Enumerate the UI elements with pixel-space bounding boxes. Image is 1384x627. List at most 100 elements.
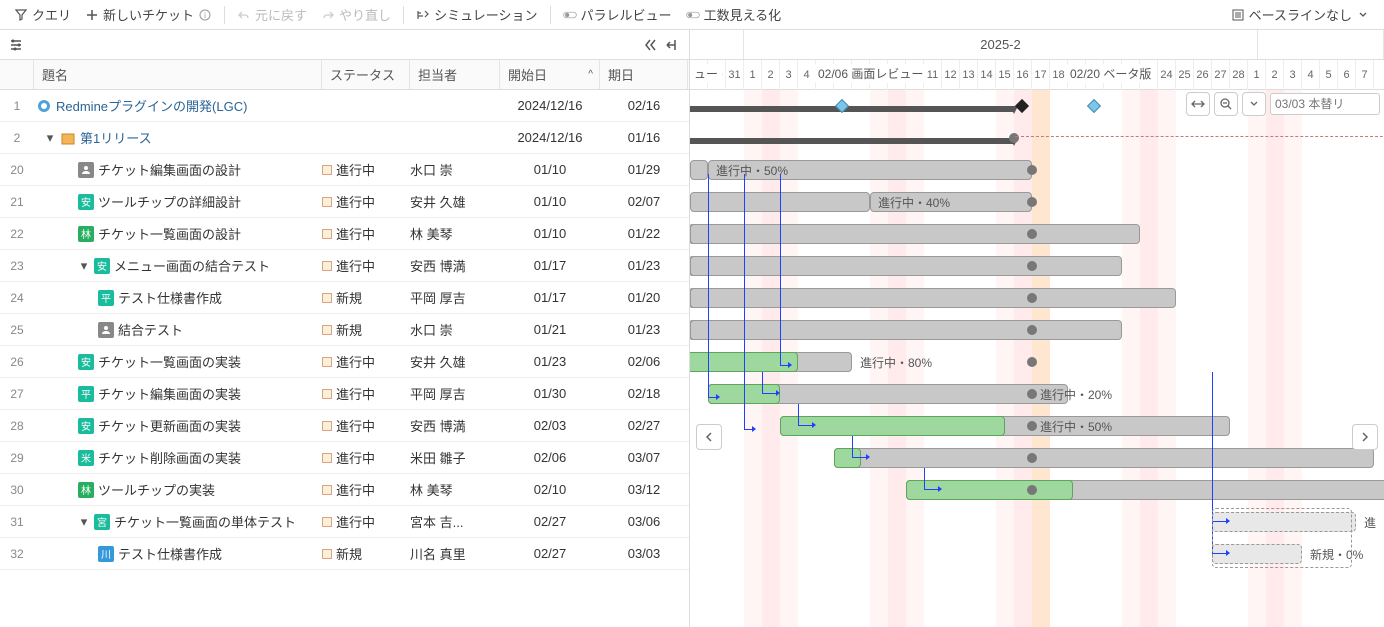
expand-toggle[interactable]: ▾ bbox=[78, 514, 90, 530]
status-color-icon bbox=[322, 389, 332, 399]
status-color-icon bbox=[322, 357, 332, 367]
expand-toggle[interactable]: ▾ bbox=[44, 130, 56, 146]
gantt-bar[interactable] bbox=[690, 160, 708, 180]
table-row[interactable]: 25 結合テスト新規水口 崇01/2101/23 bbox=[0, 314, 689, 346]
row-number: 29 bbox=[0, 451, 34, 465]
bar-label: 進 bbox=[1364, 514, 1376, 531]
status-color-icon bbox=[322, 485, 332, 495]
fit-width-button[interactable] bbox=[1186, 92, 1210, 116]
table-row[interactable]: 2▾ 第1リリース2024/12/1601/16 bbox=[0, 122, 689, 154]
scroll-right-button[interactable] bbox=[1352, 424, 1378, 450]
query-label: クエリ bbox=[32, 5, 71, 24]
subject-cell: ▾安 メニュー画面の結合テスト bbox=[34, 256, 322, 275]
status-color-icon bbox=[322, 197, 332, 207]
table-row[interactable]: 21安 ツールチップの詳細設計進行中安井 久雄01/1002/07 bbox=[0, 186, 689, 218]
scroll-left-button[interactable] bbox=[696, 424, 722, 450]
assignee-cell: 林 美琴 bbox=[410, 480, 500, 499]
row-number: 23 bbox=[0, 259, 34, 273]
due-date-cell: 01/16 bbox=[600, 130, 688, 145]
start-date-cell: 2024/12/16 bbox=[500, 130, 600, 145]
group-outline bbox=[1212, 508, 1352, 568]
table-row[interactable]: 28安 チケット更新画面の実装進行中安西 博満02/0302/27 bbox=[0, 410, 689, 442]
undo-label: 元に戻す bbox=[255, 5, 307, 24]
summary-bar[interactable] bbox=[690, 106, 1014, 112]
toolbar-separator bbox=[403, 6, 404, 24]
row-number: 28 bbox=[0, 419, 34, 433]
header-due[interactable]: 期日 bbox=[600, 60, 688, 89]
sort-asc-icon: ^ bbox=[588, 69, 593, 80]
bar-end-dot bbox=[1027, 261, 1037, 271]
assignee-cell: 宮本 吉... bbox=[410, 512, 500, 531]
assignee-cell: 安井 久雄 bbox=[410, 352, 500, 371]
expand-toggle[interactable]: ▾ bbox=[78, 258, 90, 274]
assignee-avatar: 林 bbox=[78, 226, 94, 242]
effort-vis-toggle[interactable]: 工数見える化 bbox=[680, 3, 788, 26]
gantt-chart[interactable]: ュー02/06 画面レビュー02/20 ベータ版進行中・50%進行中・40%進行… bbox=[690, 90, 1384, 627]
zoom-out-button[interactable] bbox=[1214, 92, 1238, 116]
collapse-icon[interactable] bbox=[641, 35, 661, 55]
table-row[interactable]: 31▾宮 チケット一覧画面の単体テスト進行中宮本 吉...02/2703/06 bbox=[0, 506, 689, 538]
milestone-diamond[interactable] bbox=[1087, 99, 1101, 113]
status-text: 進行中 bbox=[336, 224, 375, 243]
gantt-row bbox=[690, 250, 1384, 282]
status-text: 進行中 bbox=[336, 416, 375, 435]
summary-bar[interactable] bbox=[690, 138, 1014, 144]
assignee-avatar: 林 bbox=[78, 482, 94, 498]
status-color-icon bbox=[322, 325, 332, 335]
table-row[interactable]: 20 チケット編集画面の設計進行中水口 崇01/1001/29 bbox=[0, 154, 689, 186]
baseline-dropdown[interactable]: ベースラインなし bbox=[1225, 3, 1376, 26]
zoom-dropdown[interactable] bbox=[1242, 92, 1266, 116]
bar-end-dot bbox=[1027, 165, 1037, 175]
row-number: 26 bbox=[0, 355, 34, 369]
subject-text: 結合テスト bbox=[118, 320, 183, 339]
start-date-cell: 02/10 bbox=[500, 482, 600, 497]
new-ticket-button[interactable]: 新しいチケット i bbox=[79, 3, 218, 26]
toolbar-separator bbox=[224, 6, 225, 24]
table-row[interactable]: 22林 チケット一覧画面の設計進行中林 美琴01/1001/22 bbox=[0, 218, 689, 250]
bar-label: 進行中・40% bbox=[878, 194, 950, 211]
project-icon bbox=[36, 98, 52, 114]
due-date-cell: 01/23 bbox=[600, 258, 688, 273]
gantt-tools bbox=[1186, 92, 1380, 116]
subject-text[interactable]: Redmineプラグインの開発(LGC) bbox=[56, 96, 247, 115]
bar-label: 進行中・20% bbox=[1040, 386, 1112, 403]
subject-text[interactable]: 第1リリース bbox=[80, 128, 152, 147]
start-date-cell: 01/17 bbox=[500, 290, 600, 305]
table-row[interactable]: 29米 チケット削除画面の実装進行中米田 雛子02/0603/07 bbox=[0, 442, 689, 474]
date-search-input[interactable] bbox=[1270, 93, 1380, 115]
subject-cell: 林 チケット一覧画面の設計 bbox=[34, 224, 322, 243]
subject-text: チケット編集画面の設計 bbox=[98, 160, 241, 179]
undo-button[interactable]: 元に戻す bbox=[231, 3, 313, 26]
status-cell: 進行中 bbox=[322, 224, 410, 243]
table-row[interactable]: 27平 チケット編集画面の実装進行中平岡 厚吉01/3002/18 bbox=[0, 378, 689, 410]
parallel-view-toggle[interactable]: パラレルビュー bbox=[557, 3, 678, 26]
start-date-cell: 01/30 bbox=[500, 386, 600, 401]
outdent-icon[interactable] bbox=[663, 35, 683, 55]
due-date-cell: 02/18 bbox=[600, 386, 688, 401]
simulation-button[interactable]: シミュレーション bbox=[410, 3, 543, 26]
subject-text: テスト仕様書作成 bbox=[118, 544, 222, 563]
table-row[interactable]: 32川 テスト仕様書作成新規川名 真里02/2703/03 bbox=[0, 538, 689, 570]
day-header: 24 bbox=[1158, 60, 1176, 90]
gantt-bar-planned bbox=[690, 256, 1122, 276]
table-row[interactable]: 23▾安 メニュー画面の結合テスト進行中安西 博満01/1701/23 bbox=[0, 250, 689, 282]
header-subject[interactable]: 題名 bbox=[34, 60, 322, 89]
header-status[interactable]: ステータス bbox=[322, 60, 410, 89]
day-header: 2 bbox=[1266, 60, 1284, 90]
row-number: 1 bbox=[0, 99, 34, 113]
settings-icon[interactable] bbox=[6, 35, 26, 55]
redo-button[interactable]: やり直し bbox=[315, 3, 397, 26]
header-assignee[interactable]: 担当者 bbox=[410, 60, 500, 89]
gantt-bar[interactable] bbox=[834, 448, 1374, 468]
assignee-avatar: 平 bbox=[98, 290, 114, 306]
new-ticket-label: 新しいチケット bbox=[103, 5, 194, 24]
query-button[interactable]: クエリ bbox=[8, 3, 77, 26]
start-date-cell: 2024/12/16 bbox=[500, 98, 600, 113]
table-row[interactable]: 26安 チケット一覧画面の実装進行中安井 久雄01/2302/06 bbox=[0, 346, 689, 378]
header-start[interactable]: 開始日^ bbox=[500, 60, 600, 89]
table-row[interactable]: 24平 テスト仕様書作成新規平岡 厚吉01/1701/20 bbox=[0, 282, 689, 314]
status-text: 進行中 bbox=[336, 448, 375, 467]
table-row[interactable]: 30林 ツールチップの実装進行中林 美琴02/1003/12 bbox=[0, 474, 689, 506]
table-row[interactable]: 1 Redmineプラグインの開発(LGC)2024/12/1602/16 bbox=[0, 90, 689, 122]
gantt-row: 進行中・80% bbox=[690, 346, 1384, 378]
